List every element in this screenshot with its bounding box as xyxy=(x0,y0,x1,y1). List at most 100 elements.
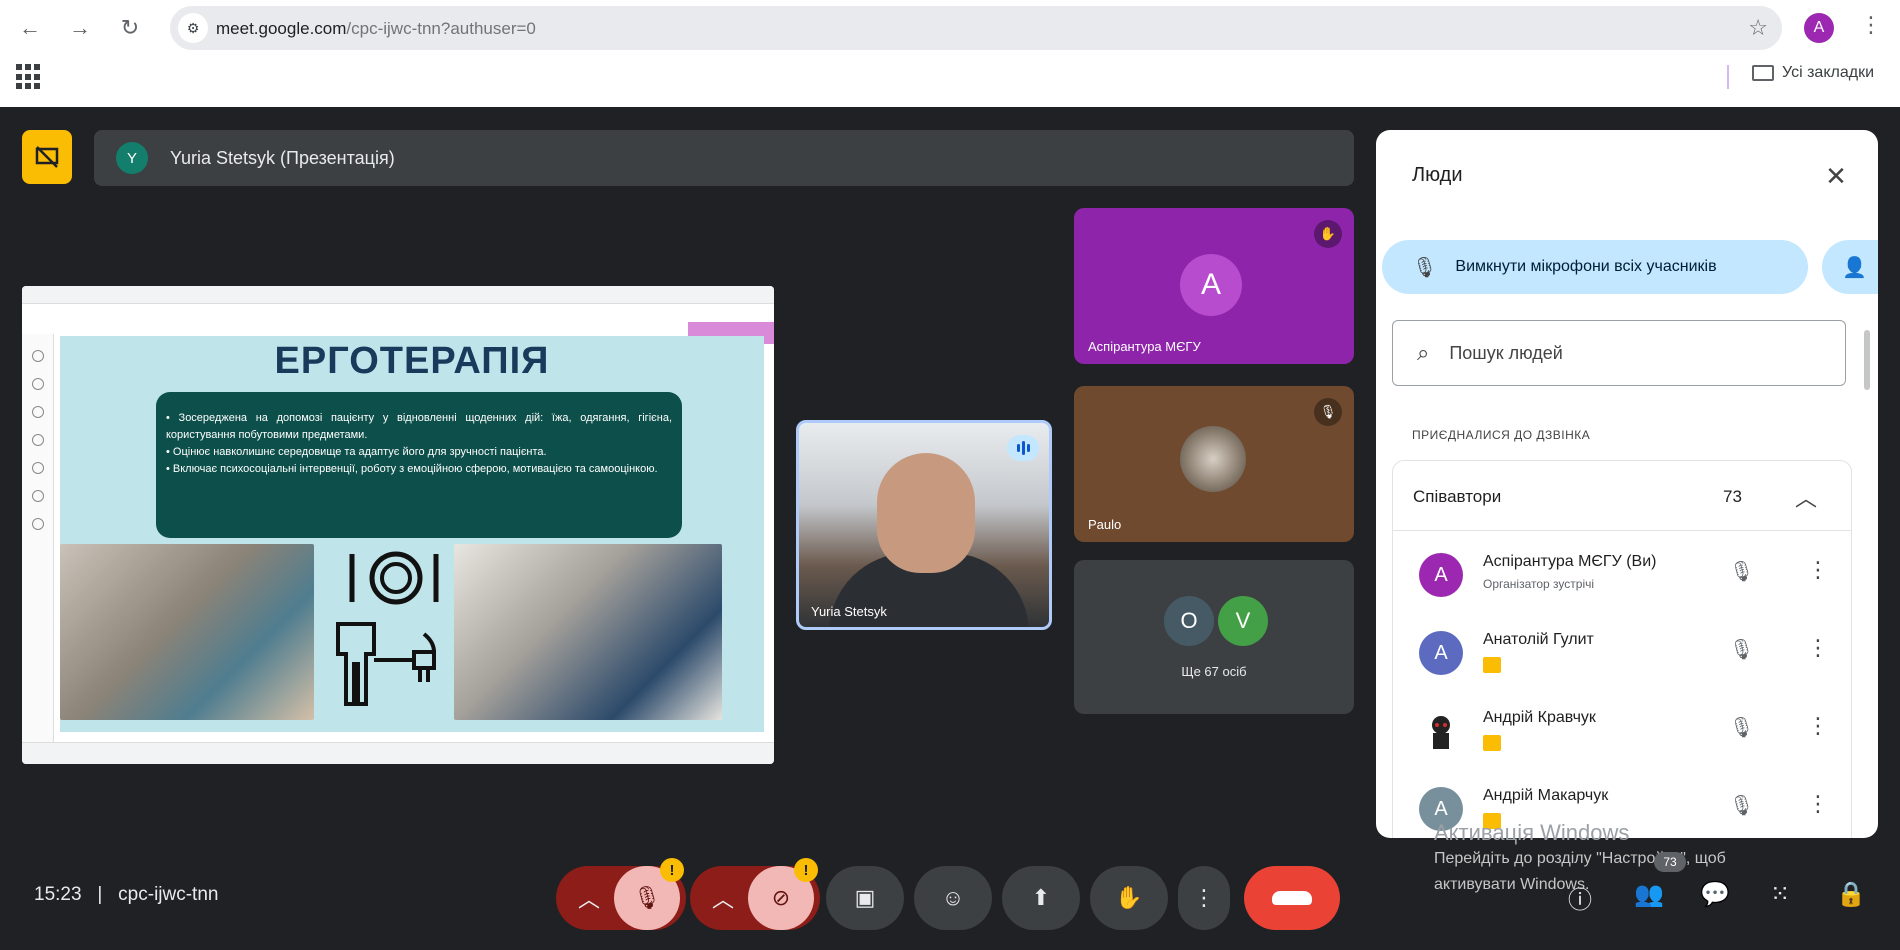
slide-bullet: • Оцінює навколишнє середовище та адапту… xyxy=(166,446,547,458)
address-url[interactable]: meet.google.com/cpc-ijwc-tnn?authuser=0 xyxy=(216,19,536,39)
address-bar[interactable]: ⚙ meet.google.com/cpc-ijwc-tnn?authuser=… xyxy=(170,6,1782,50)
panel-title: Люди xyxy=(1412,164,1463,186)
presentation-indicator[interactable] xyxy=(22,130,72,184)
browser-chrome: ← → ↻ ⚙ meet.google.com/cpc-ijwc-tnn?aut… xyxy=(0,0,1900,107)
mic-off-icon: 🎙 xyxy=(633,885,661,910)
participant-name: Аспірантура МЄГУ xyxy=(1088,339,1201,354)
apps-grid-icon[interactable] xyxy=(16,64,42,90)
search-icon: ⌕ xyxy=(1417,340,1430,365)
bookmarks-divider xyxy=(1727,65,1729,89)
presentation-off-icon xyxy=(35,146,59,168)
slide-photo-elderly xyxy=(60,544,314,720)
host-controls-icon[interactable]: 🔒 xyxy=(1836,880,1866,909)
speaker-face xyxy=(877,453,975,573)
site-info-icon[interactable]: ⚙ xyxy=(178,13,208,43)
slide-text-box: • Зосереджена на допомозі пацієнту у від… xyxy=(156,392,682,538)
present-button[interactable]: ⬆ xyxy=(1002,866,1080,930)
more-options-icon[interactable]: ⋮ xyxy=(1807,557,1829,583)
people-icon[interactable]: 👥 xyxy=(1634,880,1664,909)
bookmark-star-icon[interactable]: ☆ xyxy=(1748,15,1768,41)
shared-window-menubar xyxy=(22,304,774,334)
participant-avatar: V xyxy=(1218,596,1268,646)
reload-icon[interactable]: ↻ xyxy=(114,12,146,44)
raise-hand-button[interactable]: ✋ xyxy=(1090,866,1168,930)
mic-off-icon[interactable]: 🎙 xyxy=(1729,637,1754,662)
add-people-button[interactable]: 👤 xyxy=(1822,240,1878,294)
mic-off-icon: 🎙 xyxy=(1412,256,1438,279)
info-icon[interactable]: ⓘ xyxy=(1568,880,1592,915)
slide-content: ЕРГОТЕРАПІЯ • Зосереджена на допомозі па… xyxy=(60,336,764,732)
group-count: 73 xyxy=(1723,487,1742,506)
leave-call-button[interactable] xyxy=(1244,866,1340,930)
more-options-icon[interactable]: ⋮ xyxy=(1807,713,1829,739)
participant-count-badge: 73 xyxy=(1654,852,1686,872)
more-options-icon[interactable]: ⋮ xyxy=(1807,635,1829,661)
mic-off-icon[interactable]: 🎙 xyxy=(1729,715,1754,740)
speaker-tile[interactable]: Yuria Stetsyk xyxy=(796,420,1052,630)
slide-daily-activities-icon xyxy=(316,544,452,720)
group-header[interactable]: Співавтори 73 ︿ xyxy=(1393,461,1851,531)
search-field[interactable]: ⌕ xyxy=(1392,320,1846,386)
chevron-up-icon[interactable]: ︿ xyxy=(712,882,734,914)
participant-name: Андрій Кравчук xyxy=(1483,709,1596,726)
group-title: Співавтори xyxy=(1413,487,1502,506)
participant-avatar: A xyxy=(1419,553,1463,597)
contributor-tag-icon xyxy=(1483,657,1501,673)
all-bookmarks-button[interactable]: Усі закладки xyxy=(1752,64,1874,82)
close-icon[interactable]: ✕ xyxy=(1816,156,1856,196)
participant-row[interactable]: Андрій Кравчук 🎙 ⋮ xyxy=(1393,691,1851,769)
activities-icon[interactable]: ⁙ xyxy=(1770,880,1790,909)
shared-window-titlebar xyxy=(22,286,774,304)
folder-icon xyxy=(1752,65,1774,81)
chevron-up-icon[interactable]: ︿ xyxy=(578,882,600,914)
clock: 15:23 xyxy=(34,884,82,905)
mic-off-icon[interactable]: 🎙 xyxy=(1729,793,1754,818)
participant-name: Анатолій Гулит xyxy=(1483,631,1594,648)
speaker-name: Yuria Stetsyk xyxy=(811,604,887,619)
mic-warning-icon: ! xyxy=(660,858,684,882)
people-panel: Люди ✕ 🎙 Вимкнути мікрофони всіх учасник… xyxy=(1376,130,1878,838)
separator: | xyxy=(86,884,113,905)
chevron-up-icon[interactable]: ︿ xyxy=(1795,481,1817,513)
more-options-icon[interactable]: ⋮ xyxy=(1807,791,1829,817)
profile-avatar[interactable]: A xyxy=(1804,13,1834,43)
search-input[interactable] xyxy=(1449,342,1810,364)
section-label: ПРИЄДНАЛИСЯ ДО ДЗВІНКА xyxy=(1412,428,1591,442)
meeting-code[interactable]: cpc-ijwc-tnn xyxy=(118,884,218,905)
slide-heading: ЕРГОТЕРАПІЯ xyxy=(274,340,550,382)
others-tile[interactable]: O V Ще 67 осіб xyxy=(1074,560,1354,714)
shared-window-statusbar xyxy=(22,742,774,764)
shared-screen[interactable]: ЕРГОТЕРАПІЯ • Зосереджена на допомозі па… xyxy=(22,286,774,764)
others-avatars: O V xyxy=(1164,596,1268,646)
mic-off-icon: 🎙 xyxy=(1314,398,1342,426)
meeting-info: 15:23 | cpc-ijwc-tnn xyxy=(34,884,218,906)
reactions-button[interactable]: ☺ xyxy=(914,866,992,930)
captions-icon: ▣ xyxy=(854,885,876,910)
captions-button[interactable]: ▣ xyxy=(826,866,904,930)
participant-avatar: A xyxy=(1180,254,1242,316)
browser-menu-icon[interactable]: ⋮ xyxy=(1860,12,1882,38)
camera-warning-icon: ! xyxy=(794,858,818,882)
mute-all-button[interactable]: 🎙 Вимкнути мікрофони всіх учасників xyxy=(1382,240,1808,294)
participant-tile[interactable]: 🎙 Paulo xyxy=(1074,386,1354,542)
hangup-icon xyxy=(1272,891,1312,905)
participant-photo xyxy=(1180,426,1246,492)
hand-icon: ✋ xyxy=(1115,885,1143,910)
others-count: Ще 67 осіб xyxy=(1181,664,1247,679)
chat-icon[interactable]: 💬 xyxy=(1700,880,1730,909)
forward-arrow-icon[interactable]: → xyxy=(64,12,96,44)
contributors-group: Співавтори 73 ︿ A Аспірантура МЄГУ (Ви) … xyxy=(1392,460,1852,838)
camera-off-icon: ⊘ xyxy=(771,885,791,910)
participant-row[interactable]: A Аспірантура МЄГУ (Ви) Організатор зуст… xyxy=(1393,535,1851,613)
participant-name: Аспірантура МЄГУ (Ви) xyxy=(1483,553,1657,570)
back-arrow-icon[interactable]: ← xyxy=(14,12,46,44)
mic-off-icon[interactable]: 🎙 xyxy=(1729,559,1754,584)
participant-tile[interactable]: A ✋ Аспірантура МЄГУ xyxy=(1074,208,1354,364)
more-options-button[interactable]: ⋮ xyxy=(1178,866,1230,930)
presenter-avatar: Y xyxy=(116,142,148,174)
participant-avatar: A xyxy=(1419,631,1463,675)
slide-bullet: • Включає психосоціальні інтервенції, ро… xyxy=(166,463,658,475)
participant-row[interactable]: A Анатолій Гулит 🎙 ⋮ xyxy=(1393,613,1851,691)
panel-scrollbar[interactable] xyxy=(1864,330,1870,390)
participant-avatar xyxy=(1419,709,1463,753)
